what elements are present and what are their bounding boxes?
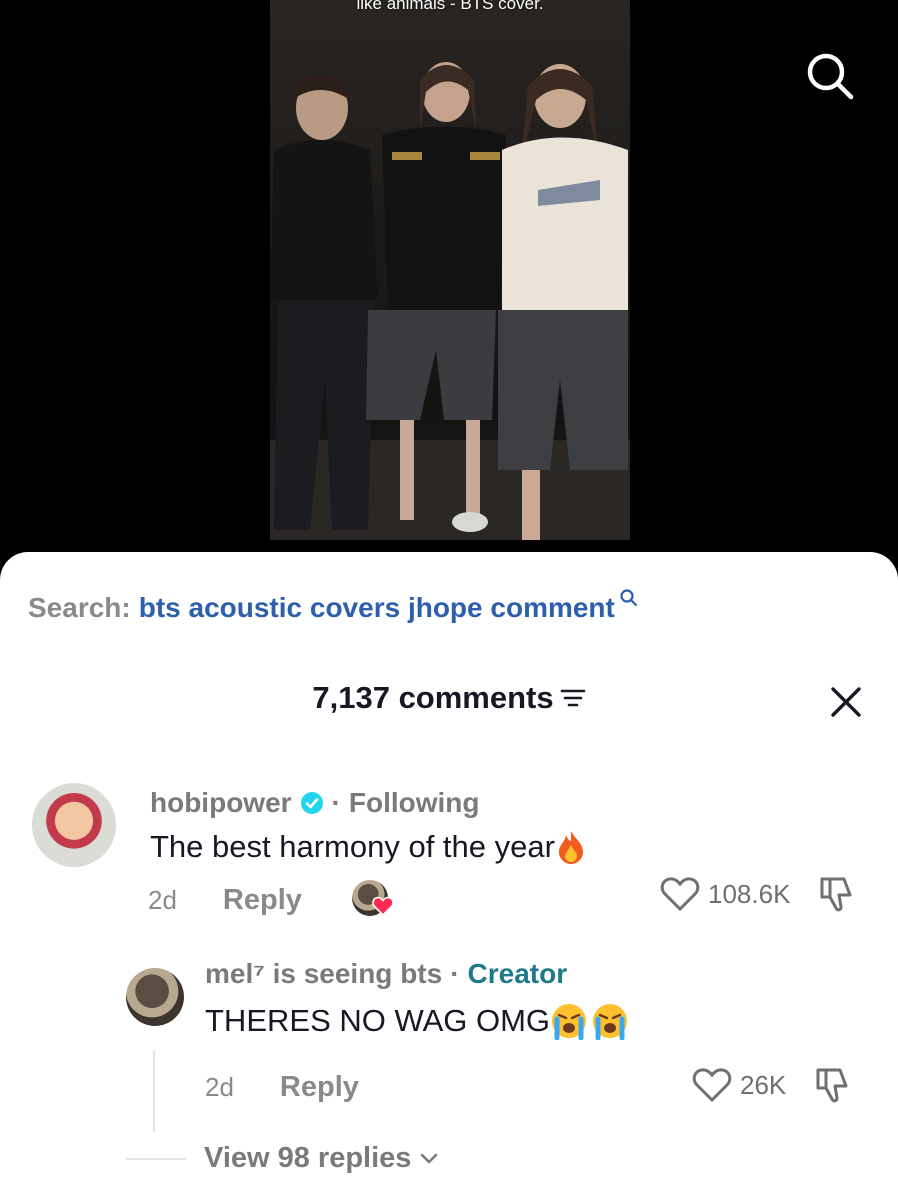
like-count: 26K [740,1069,787,1100]
reply-button[interactable]: Reply [280,1071,359,1104]
comment-username[interactable]: mel⁷ is seeing bts [205,958,442,990]
video-still [270,62,630,540]
separator-dot: · [450,958,460,989]
comment-text: The best harmony of the year [150,829,555,864]
search-icon [807,53,854,100]
close-icon [831,687,861,717]
avatar[interactable] [126,968,184,1026]
search-suggestion[interactable]: Search: bts acoustic covers jhope commen… [28,589,639,624]
comment-username[interactable]: hobipower [150,787,292,819]
search-button[interactable] [802,48,858,104]
comment-count: 7,137 comments [312,680,554,715]
sort-icon[interactable] [560,687,586,709]
search-suggestion-query[interactable]: bts acoustic covers jhope comment [139,592,615,624]
video-player[interactable]: like animals - BTS cover. [0,0,898,580]
close-button[interactable] [828,684,864,720]
dislike-icon[interactable] [818,875,854,913]
thread-line [153,1050,155,1132]
separator-dot: · [331,787,341,818]
search-suggestion-prefix: Search: [28,592,131,623]
creator-liked-badge [351,880,394,920]
like-button[interactable]: 108.6K [660,876,790,912]
divider [126,1157,186,1160]
video-caption: like animals - BTS cover. [356,0,544,13]
fire-emoji-icon [558,831,583,864]
view-replies[interactable]: View 98 replies [126,1142,439,1175]
view-replies-label[interactable]: View 98 replies [204,1142,411,1175]
comments-header: 7,137 comments [0,680,898,716]
chevron-down-icon [421,1153,438,1163]
heart-outline-icon [692,1068,732,1103]
like-button[interactable]: 26K [692,1067,786,1103]
dislike-icon[interactable] [814,1066,850,1104]
like-count: 108.6K [708,878,791,909]
comment-text: THERES NO WAG OMG [205,1003,551,1038]
following-label: Following [348,787,480,818]
verified-badge-icon [300,792,323,814]
video-frame[interactable]: like animals - BTS cover. [270,0,630,540]
comment-time: 2d [148,884,177,915]
heart-outline-icon [660,877,700,912]
crying-emoji-icon [552,1004,628,1040]
avatar[interactable] [32,783,116,867]
comment-time: 2d [205,1072,234,1102]
heart-icon [372,896,394,916]
reply-button[interactable]: Reply [223,884,302,917]
creator-label: Creator [467,958,568,989]
search-icon [620,589,637,607]
